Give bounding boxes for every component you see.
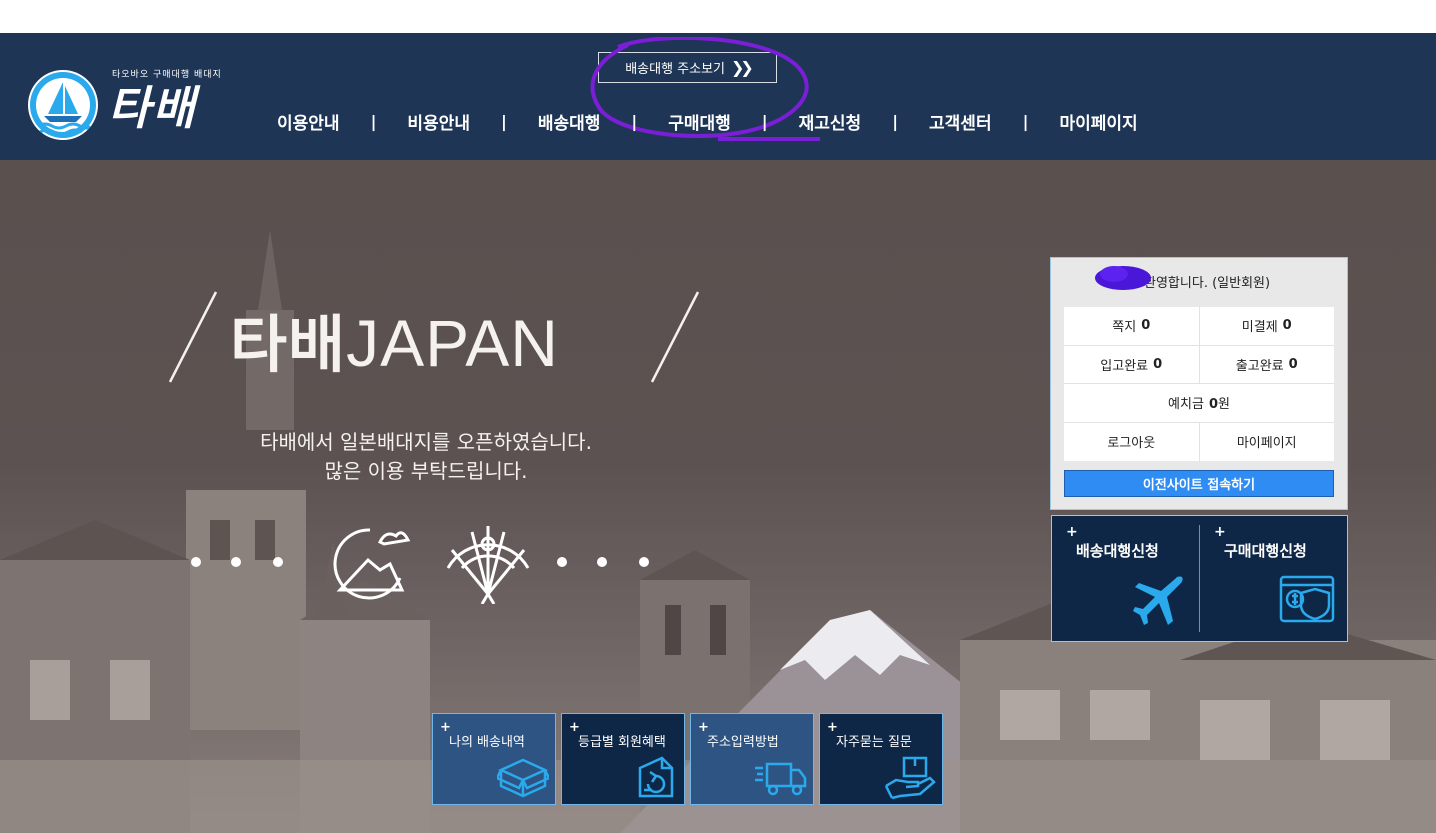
plus-icon: +: [1214, 524, 1226, 540]
messages-count[interactable]: 쪽지 0: [1064, 307, 1200, 345]
stats-row: 쪽지 0 미결제 0: [1064, 307, 1334, 346]
purchase-request-button[interactable]: + 구매대행신청: [1199, 524, 1347, 632]
address-guide-tile[interactable]: + 주소입력방법: [690, 713, 814, 805]
welcome-text: 님 환영합니다. (일반회원): [1127, 276, 1271, 291]
nav-stock-request[interactable]: 재고신청: [782, 109, 879, 134]
previous-site-button[interactable]: 이전사이트 접속하기: [1064, 470, 1334, 497]
nav-separator: |: [631, 112, 638, 131]
site-header: 타오바오 구매대행 배대지 타배 배송대행 주소보기 ❯❯ 이용안내 | 비용안…: [0, 33, 1436, 160]
received-count[interactable]: 입고완료 0: [1064, 345, 1200, 383]
payment-shield-icon: [1279, 575, 1335, 623]
shipping-request-button[interactable]: + 배송대행신청: [1052, 516, 1199, 641]
shipping-request-label: 배송대행신청: [1076, 542, 1159, 560]
hero-message-line2: 많은 이용 부탁드립니다.: [324, 459, 528, 483]
nav-customer-center[interactable]: 고객센터: [912, 109, 1009, 134]
nav-separator: |: [500, 112, 507, 131]
logo-wordmark: 타배: [108, 81, 197, 135]
brand-suffix: JAPAN: [346, 306, 559, 380]
member-benefits-label: 등급별 회원혜택: [578, 735, 666, 750]
brand-title: 타배JAPAN: [230, 308, 559, 381]
double-chevron-right-icon: ❯❯: [731, 58, 754, 77]
my-shipments-tile[interactable]: + 나의 배송내역: [432, 713, 556, 805]
stats-row: 입고완료 0 출고완료 0: [1064, 345, 1335, 384]
quick-links: + 나의 배송내역 + 등급별 회원혜택 + 주소입력방법 + 자주묻는 질문: [432, 713, 943, 805]
logo-tagline: 타오바오 구매대행 배대지: [112, 70, 222, 80]
logout-button[interactable]: 로그아웃: [1064, 422, 1200, 461]
purchase-request-label: 구매대행신청: [1224, 542, 1307, 560]
plus-icon: +: [1066, 524, 1078, 540]
deposit-balance[interactable]: 예치금 0원: [1064, 384, 1334, 422]
airplane-icon: [1133, 576, 1183, 625]
hero-message: 타배에서 일본배대지를 오픈하였습니다. 많은 이용 부탁드립니다.: [176, 428, 676, 486]
nav-purchase-agency[interactable]: 구매대행: [651, 109, 748, 134]
sailboat-logo-icon: [28, 70, 98, 140]
shipping-address-label: 배송대행 주소보기: [625, 62, 725, 77]
shipping-address-button[interactable]: 배송대행 주소보기 ❯❯: [598, 52, 777, 83]
faq-label: 자주묻는 질문: [836, 735, 912, 750]
site-logo[interactable]: 타오바오 구매대행 배대지 타배: [28, 67, 228, 141]
folding-fan-icon: [446, 526, 530, 604]
stats-row: 로그아웃 마이페이지: [1064, 422, 1335, 462]
main-nav: 이용안내 | 비용안내 | 배송대행 | 구매대행 | 재고신청 | 고객센터 …: [260, 109, 1155, 134]
nav-separator: |: [370, 112, 377, 131]
stats-row: 예치금 0원: [1064, 384, 1334, 423]
nav-pricing[interactable]: 비용안내: [390, 109, 487, 134]
nav-separator: |: [892, 112, 899, 131]
member-panel: 님 환영합니다. (일반회원) 쪽지 0 미결제 0 입고완료 0 출고완료 0 예치금…: [1050, 257, 1348, 510]
shipped-count[interactable]: 출고완료 0: [1200, 346, 1335, 384]
hero-message-line1: 타배에서 일본배대지를 오픈하였습니다.: [260, 430, 592, 454]
nav-usage-guide[interactable]: 이용안내: [260, 109, 357, 134]
hand-box-icon: [884, 756, 936, 800]
hero-decoration: [191, 526, 649, 604]
unpaid-count[interactable]: 미결제 0: [1200, 307, 1335, 345]
address-guide-label: 주소입력방법: [707, 735, 779, 750]
my-shipments-label: 나의 배송내역: [449, 735, 525, 750]
faq-tile[interactable]: + 자주묻는 질문: [819, 713, 943, 805]
mypage-button[interactable]: 마이페이지: [1200, 423, 1335, 462]
member-stats: 쪽지 0 미결제 0 입고완료 0 출고완료 0 예치금 0원 로그아웃 마이페이지: [1064, 307, 1334, 461]
nav-separator: |: [761, 112, 768, 131]
return-box-icon: [638, 756, 674, 798]
nav-shipping-agency[interactable]: 배송대행: [521, 109, 618, 134]
box-icon: [497, 758, 549, 798]
brand-name: 타배: [230, 311, 347, 380]
delivery-truck-icon: [755, 762, 807, 796]
nav-separator: |: [1022, 112, 1029, 131]
nav-mypage[interactable]: 마이페이지: [1042, 109, 1154, 134]
member-benefits-tile[interactable]: + 등급별 회원혜택: [561, 713, 685, 805]
service-panel: + 배송대행신청 + 구매대행신청: [1051, 515, 1348, 642]
mount-fuji-icon: [333, 528, 411, 600]
